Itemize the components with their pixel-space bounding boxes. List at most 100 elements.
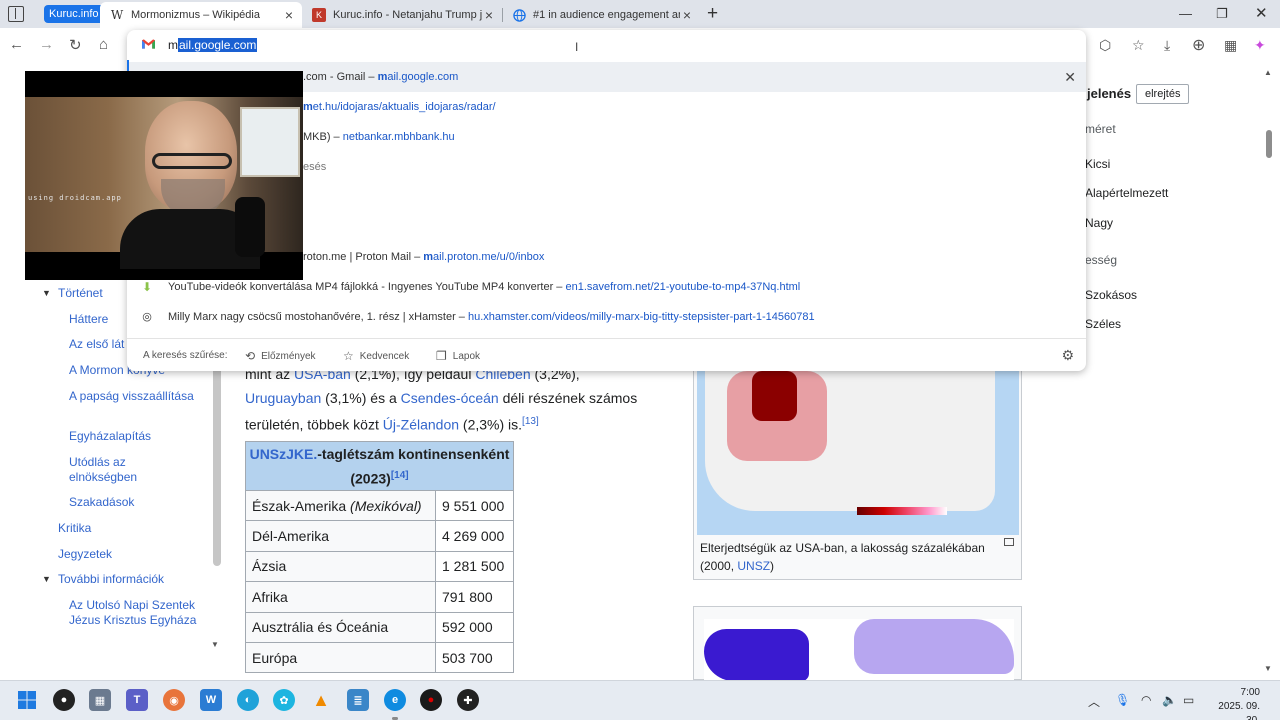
- suggestion-text: met.hu/idojaras/aktualis_idojaras/radar/: [303, 101, 496, 113]
- microphone-icon[interactable]: 🎙: [1115, 693, 1130, 707]
- maximize-icon[interactable]: ❐: [1216, 6, 1228, 22]
- app-icon[interactable]: ●: [53, 689, 75, 711]
- address-input[interactable]: mail.google.com: [168, 38, 258, 52]
- close-tab-icon[interactable]: ×: [482, 7, 496, 23]
- tab-title: #1 in audience engagement and: [533, 9, 680, 21]
- minimize-icon[interactable]: —: [1179, 6, 1192, 21]
- enlarge-icon[interactable]: [1004, 538, 1014, 546]
- table-row: Európa 503 700: [245, 641, 514, 674]
- scroll-down-icon[interactable]: ▼: [211, 640, 219, 649]
- link-pacific[interactable]: Csendes-óceán: [401, 390, 499, 406]
- notepad-icon[interactable]: ≣: [347, 689, 369, 711]
- continent-cell: Afrika: [245, 581, 436, 613]
- taskbar-clock[interactable]: 7:00 2025. 09. 30.: [1210, 686, 1260, 720]
- size-option-default[interactable]: Alapértelmezett: [1085, 186, 1168, 200]
- toc-item[interactable]: Háttere: [69, 312, 108, 327]
- scroll-down-icon[interactable]: ▼: [1264, 664, 1272, 673]
- address-bar[interactable]: mail.google.com I: [127, 30, 1086, 60]
- scroll-up-icon[interactable]: ▲: [1264, 68, 1272, 77]
- close-tab-icon[interactable]: ×: [680, 7, 694, 23]
- width-option-wide[interactable]: Széles: [1085, 317, 1121, 331]
- filter-favorites[interactable]: ☆ Kedvencek: [343, 349, 409, 363]
- width-label: esség: [1085, 253, 1118, 267]
- size-option-small[interactable]: Kicsi: [1085, 157, 1110, 171]
- app-icon[interactable]: ✿: [273, 689, 295, 711]
- forward-icon[interactable]: →: [39, 36, 54, 53]
- text: területén, többek közt: [245, 416, 383, 433]
- history-icon: ⟲: [245, 349, 256, 363]
- filter-history[interactable]: ⟲ Előzmények: [245, 349, 316, 363]
- app-icon[interactable]: ✚: [457, 689, 479, 711]
- favorites-icon[interactable]: ☆: [1132, 37, 1145, 54]
- battery-icon[interactable]: ▭: [1183, 693, 1194, 707]
- link-unsz[interactable]: UNSZ: [737, 559, 770, 573]
- toc-item[interactable]: Az első lát: [69, 337, 124, 352]
- chevron-down-icon[interactable]: ▼: [42, 288, 51, 298]
- tab-group-label[interactable]: Kuruc.info: [44, 5, 104, 23]
- reference-link[interactable]: [13]: [522, 416, 539, 427]
- vlc-icon[interactable]: ▲: [310, 689, 332, 711]
- app-icon[interactable]: ◉: [163, 689, 185, 711]
- hide-button[interactable]: elrejtés: [1136, 84, 1190, 104]
- link-unszjke[interactable]: UNSzJKE.: [250, 446, 318, 462]
- link-uruguay[interactable]: Uruguayban: [245, 390, 321, 406]
- app-icon[interactable]: ◐: [237, 689, 259, 711]
- webcam-background: [25, 97, 303, 269]
- volume-icon[interactable]: 🔈: [1162, 693, 1177, 707]
- tab-wikipedia[interactable]: W Mormonizmus – Wikipédia ×: [100, 2, 302, 28]
- calculator-icon[interactable]: ▦: [89, 689, 111, 711]
- app-icon[interactable]: ●: [420, 689, 442, 711]
- toc-item[interactable]: Történet: [58, 286, 103, 301]
- toc-item[interactable]: Egyházalapítás: [69, 429, 151, 444]
- tab-audience[interactable]: #1 in audience engagement and ×: [502, 2, 700, 28]
- toc-item[interactable]: Jegyzetek: [58, 547, 112, 562]
- reload-icon[interactable]: ↻: [69, 36, 82, 54]
- extensions-icon[interactable]: ⬡: [1099, 37, 1111, 54]
- continent-cell: Dél-Amerika: [245, 520, 436, 552]
- table-row: Ausztrália és Óceánia 592 000: [245, 611, 514, 643]
- close-tab-icon[interactable]: ×: [282, 7, 296, 23]
- new-tab-icon[interactable]: +: [707, 3, 718, 25]
- toc-item[interactable]: Az Utolsó Napi Szentek Jézus Krisztus Eg…: [69, 598, 199, 628]
- back-icon[interactable]: ←: [9, 36, 24, 53]
- map-caption: Elterjedtségük az USA-ban, a lakosság sz…: [700, 539, 1000, 575]
- page-scrollbar[interactable]: [1266, 130, 1272, 158]
- toc-item[interactable]: Utódlás az elnökségben: [69, 455, 189, 485]
- size-option-large[interactable]: Nagy: [1085, 216, 1113, 230]
- remove-suggestion-icon[interactable]: ✕: [1064, 69, 1076, 86]
- us-map-image[interactable]: [697, 371, 1019, 535]
- close-window-icon[interactable]: ✕: [1255, 4, 1268, 22]
- width-option-standard[interactable]: Szokásos: [1085, 288, 1137, 302]
- value-cell: 503 700: [435, 641, 514, 674]
- world-map-image[interactable]: [704, 619, 1014, 681]
- continent-cell: Európa: [245, 641, 436, 674]
- reference-link[interactable]: [14]: [391, 470, 409, 481]
- collections-icon[interactable]: ▦: [1224, 37, 1237, 54]
- edge-icon[interactable]: e: [384, 689, 406, 711]
- toc-item[interactable]: Kritika: [58, 521, 91, 536]
- toc-item[interactable]: Szakadások: [69, 495, 134, 510]
- chevron-down-icon[interactable]: ▼: [42, 574, 51, 584]
- tab-kuruc[interactable]: K Kuruc.info - Netanjahu Trump jele ×: [302, 2, 502, 28]
- wifi-icon[interactable]: ◠: [1141, 693, 1151, 707]
- gear-icon[interactable]: ⚙: [1061, 347, 1074, 364]
- tab-actions-icon[interactable]: [8, 6, 24, 22]
- word-icon[interactable]: W: [200, 689, 222, 711]
- toc-item[interactable]: További információk: [58, 572, 164, 587]
- tabs-icon: ❐: [436, 349, 447, 363]
- filter-text: Kedvencek: [359, 350, 410, 362]
- tab-title: Kuruc.info - Netanjahu Trump jele: [333, 9, 482, 21]
- vpn-icon[interactable]: ⊕: [1192, 35, 1205, 55]
- windows-start-icon[interactable]: [16, 689, 38, 711]
- downloads-icon[interactable]: ⤓: [1164, 37, 1170, 54]
- suggestion-xhamster[interactable]: ◎ Milly Marx nagy csöcsű mostohanővére, …: [127, 302, 1086, 332]
- value-cell: 791 800: [435, 581, 514, 613]
- chevron-up-icon[interactable]: ︿: [1088, 693, 1100, 710]
- teams-icon[interactable]: T: [126, 689, 148, 711]
- table-row: Ázsia 1 281 500: [245, 550, 514, 583]
- home-icon[interactable]: ⌂: [99, 36, 108, 53]
- filter-tabs[interactable]: ❐ Lapok: [436, 349, 480, 363]
- copilot-icon[interactable]: ✦: [1254, 37, 1266, 54]
- toc-item[interactable]: A papság visszaállítása: [69, 389, 199, 404]
- link-new-zealand[interactable]: Új-Zélandon: [383, 417, 459, 433]
